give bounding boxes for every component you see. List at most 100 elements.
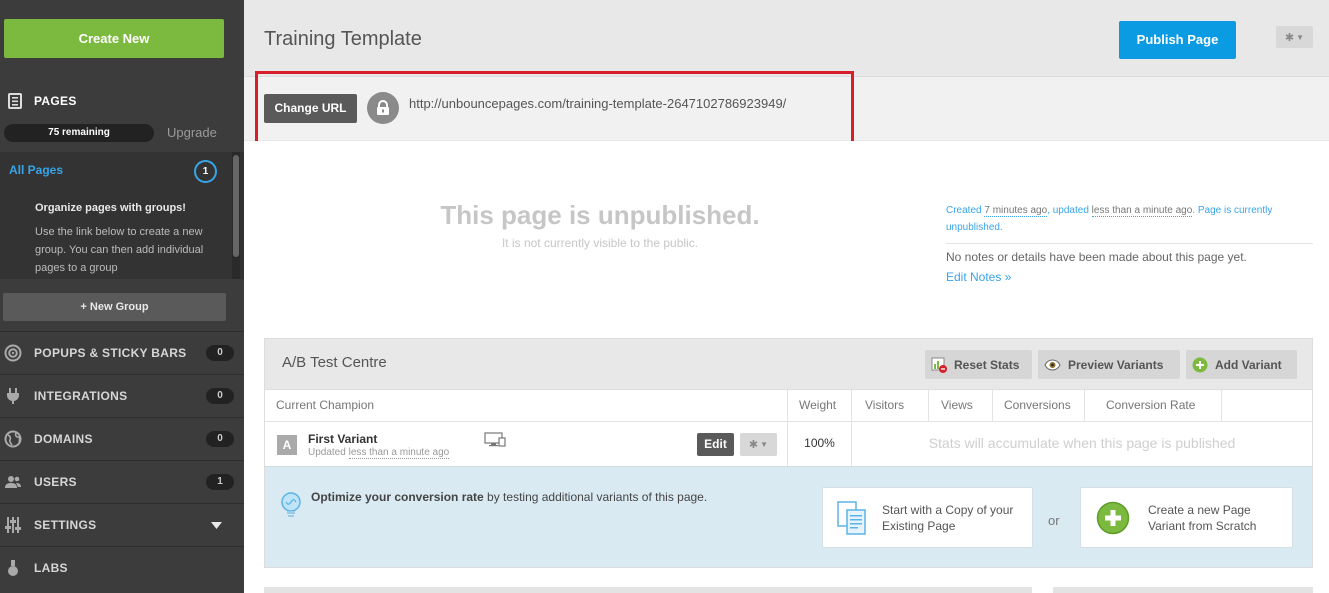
optimize-text: Optimize your conversion rate by testing… (311, 488, 751, 506)
add-variant-label: Add Variant (1215, 357, 1282, 372)
column-divider (992, 390, 993, 421)
main-content: Training Template Publish Page ✱ ▼ Change… (244, 0, 1329, 593)
create-new-button[interactable]: Create New (4, 19, 224, 58)
column-header: Conversions (1004, 398, 1071, 412)
updated-time: less than a minute ago (1091, 205, 1193, 217)
ab-test-centre: A/B Test Centre Reset Stats Preview Vari… (264, 338, 1313, 568)
optimize-bold: Optimize your conversion rate (311, 490, 484, 504)
copy-variant-label: Start with a Copy of your Existing Page (882, 502, 1014, 533)
gear-icon: ✱ (1284, 31, 1295, 44)
new-group-button[interactable]: + New Group (3, 293, 226, 321)
edit-notes-link[interactable]: Edit Notes » (946, 270, 1011, 284)
sidebar-item-label: USERS (34, 475, 77, 489)
pages-icon (8, 93, 22, 109)
flask-icon (4, 559, 22, 577)
ab-test-title: A/B Test Centre (282, 354, 387, 371)
next-section-edge (1053, 587, 1313, 593)
pages-section-header[interactable]: PAGES (8, 93, 77, 109)
sidebar-item-label: SETTINGS (34, 518, 97, 532)
users-icon (4, 473, 22, 491)
gear-icon: ✱ (748, 439, 759, 451)
column-header: Current Champion (276, 398, 375, 412)
copy-variant-card[interactable]: Start with a Copy of your Existing Page (822, 487, 1033, 548)
column-header: Conversion Rate (1106, 398, 1196, 412)
count-badge: 0 (206, 431, 234, 447)
preview-variants-label: Preview Variants (1068, 357, 1164, 372)
count-badge: 0 (206, 388, 234, 404)
created-prefix: Created (946, 205, 985, 216)
sidebar-item-label: LABS (34, 561, 68, 575)
optimize-rest: by testing additional variants of this p… (483, 490, 708, 504)
organize-text: Use the link below to create a new group… (35, 226, 204, 274)
created-info: Created 7 minutes ago, updated less than… (946, 202, 1306, 236)
organize-title: Organize pages with groups! (35, 202, 186, 214)
sidebar-item-label: DOMAINS (34, 432, 93, 446)
globe-icon (4, 430, 22, 448)
page-settings-button[interactable]: ✱ ▼ (1276, 26, 1313, 48)
plus-circle-icon (1096, 501, 1130, 534)
updated-prefix: , updated (1047, 205, 1092, 216)
divider (946, 243, 1313, 244)
all-pages-link[interactable]: All Pages (9, 163, 63, 177)
chevron-down-icon: ▼ (760, 440, 769, 449)
stats-message: Stats will accumulate when this page is … (928, 435, 1236, 451)
scrollbar-thumb[interactable] (233, 155, 239, 257)
new-variant-card[interactable]: Create a new Page Variant from Scratch (1080, 487, 1293, 548)
variant-updated: Updated less than a minute ago (308, 447, 450, 459)
column-header: Visitors (865, 398, 905, 412)
sidebar-item-domains[interactable]: DOMAINS 0 (0, 417, 244, 460)
optimize-panel: Optimize your conversion rate by testing… (265, 466, 1312, 567)
all-pages-count: 1 (194, 160, 217, 183)
sidebar-item-integrations[interactable]: INTEGRATIONS 0 (0, 374, 244, 417)
plus-circle-icon (1192, 357, 1208, 372)
target-icon (4, 344, 22, 362)
column-divider (1221, 390, 1222, 421)
next-section-edge (264, 587, 1032, 593)
column-divider (928, 390, 929, 421)
chevron-down-icon (211, 521, 222, 529)
count-badge: 1 (206, 474, 234, 490)
preview-variants-button[interactable]: Preview Variants (1038, 350, 1180, 379)
sidebar-item-label: POPUPS & STICKY BARS (34, 346, 187, 360)
unpublished-subtitle: It is not currently visible to the publi… (501, 236, 699, 250)
variant-updated-prefix: Updated (308, 447, 349, 458)
upgrade-link[interactable]: Upgrade (167, 125, 217, 140)
created-time: 7 minutes ago (984, 205, 1048, 217)
eye-icon (1044, 358, 1061, 371)
publish-page-button[interactable]: Publish Page (1119, 21, 1236, 59)
reset-stats-button[interactable]: Reset Stats (925, 350, 1032, 379)
column-header: Weight (799, 398, 837, 412)
reset-stats-label: Reset Stats (954, 357, 1020, 372)
unpublished-title: This page is unpublished. (440, 200, 760, 230)
lightbulb-icon (281, 492, 301, 517)
reset-stats-icon (931, 357, 947, 373)
highlight-box (255, 71, 854, 147)
copy-document-icon (837, 500, 866, 535)
remaining-pages-badge: 75 remaining (4, 124, 154, 142)
plug-icon (4, 387, 22, 405)
sidebar-item-users[interactable]: USERS 1 (0, 460, 244, 503)
variant-settings-button[interactable]: ✱ ▼ (740, 433, 777, 456)
pages-label: PAGES (34, 94, 77, 108)
column-divider (1084, 390, 1085, 421)
add-variant-button[interactable]: Add Variant (1186, 350, 1297, 379)
sidebar-item-label: INTEGRATIONS (34, 389, 128, 403)
variant-weight: 100% (804, 436, 835, 450)
page-title: Training Template (264, 28, 422, 50)
or-label: or (1048, 513, 1060, 528)
variant-name-link[interactable]: First Variant (308, 432, 377, 446)
sidebar-item-settings[interactable]: SETTINGS (0, 503, 244, 546)
column-header: Views (941, 398, 973, 412)
variant-letter-badge: A (277, 435, 297, 455)
sidebar-item-popups[interactable]: POPUPS & STICKY BARS 0 (0, 331, 244, 374)
desktop-icon (484, 432, 506, 447)
new-variant-label: Create a new Page Variant from Scratch (1148, 502, 1257, 533)
variant-updated-time: less than a minute ago (348, 447, 450, 459)
ab-test-header: A/B Test Centre Reset Stats Preview Vari… (265, 339, 1312, 390)
sidebar-item-labs[interactable]: LABS (0, 546, 244, 589)
count-badge: 0 (206, 345, 234, 361)
sliders-icon (4, 516, 22, 534)
chevron-down-icon: ▼ (1296, 32, 1305, 42)
edit-variant-button[interactable]: Edit (697, 433, 734, 456)
notes-text: No notes or details have been made about… (946, 250, 1247, 264)
